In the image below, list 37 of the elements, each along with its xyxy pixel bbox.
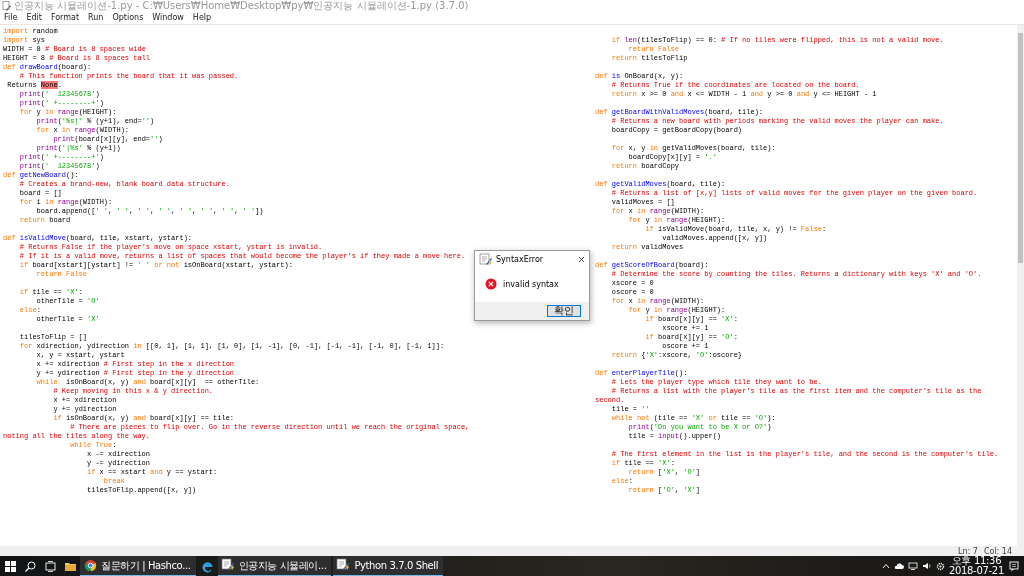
menu-item[interactable]: File [4, 13, 18, 23]
clock-date: 2018-07-21 [948, 566, 1004, 576]
browser-icon [83, 558, 98, 573]
line-number: Ln: 7 [958, 546, 978, 556]
python-file-icon [336, 558, 352, 573]
menu-item[interactable]: Help [192, 13, 212, 23]
clock-time: 오후 11:36 [951, 556, 1002, 566]
menu-item[interactable]: Window [152, 13, 184, 23]
scrollbar-thumb[interactable] [1018, 33, 1023, 263]
taskbar-label: 질문하기 | Hashco... [101, 558, 191, 573]
gear-icon [935, 561, 945, 571]
menu-item[interactable]: Format [50, 13, 80, 23]
network-icon [907, 562, 918, 570]
error-icon [485, 278, 497, 290]
taskbar-button[interactable]: Python 3.7.0 Shell [333, 556, 444, 576]
dialog-title: SyntaxError [496, 255, 545, 264]
error-message: invalid syntax [503, 279, 559, 289]
close-icon [578, 256, 585, 263]
menu-item[interactable]: Edit [26, 13, 42, 23]
column-number: Col: 14 [983, 546, 1012, 556]
chevron-icon [881, 562, 890, 570]
cloud-icon [893, 562, 904, 570]
taskbar-label: Python 3.7.0 Shell [354, 560, 439, 571]
window-title: 인공지능 시뮬레이션-1.py - C:₩Users₩Home₩Desktop₩py₩인공지능 시뮬레이션-1.py (3.7.0) [14, 0, 469, 12]
taskbar-button[interactable]: 질문하기 | Hashco... [80, 556, 196, 576]
app-icon [479, 253, 493, 266]
ok-button[interactable]: 확인 [547, 305, 581, 317]
menu-item[interactable]: Run [88, 13, 104, 23]
task-view-icon[interactable] [42, 558, 58, 574]
taskbar-label: 인공지능 시뮬레이... [238, 558, 327, 573]
taskbar-button[interactable]: 인공지능 시뮬레이... [217, 556, 332, 576]
menu-item[interactable]: Options [112, 13, 144, 23]
python-file-icon [220, 558, 236, 573]
notification-icon [1008, 560, 1020, 572]
scrollbar[interactable] [1017, 25, 1024, 546]
speaker-icon [921, 562, 932, 570]
windows-icon[interactable] [2, 558, 18, 574]
